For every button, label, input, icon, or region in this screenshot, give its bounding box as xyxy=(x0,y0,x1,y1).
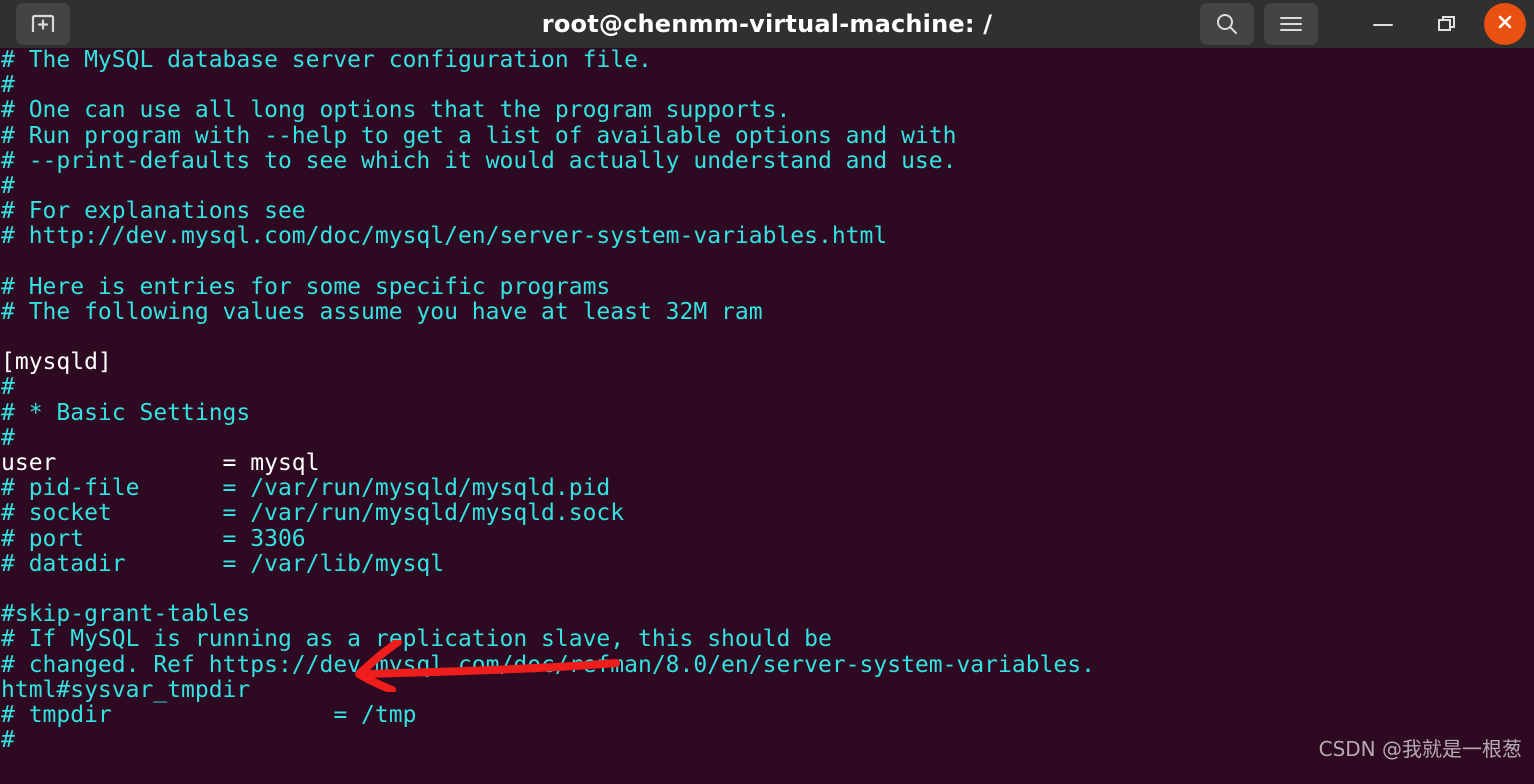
terminal-line: # xyxy=(1,424,15,451)
vim-status-line: -- 插入 -- 24,2 1% xyxy=(0,755,1534,784)
terminal-line: # Here is entries for some specific prog… xyxy=(1,273,611,300)
search-button[interactable] xyxy=(1200,3,1254,45)
window-titlebar: root@chenmm-virtual-machine: / xyxy=(0,0,1534,48)
terminal-text-area: # The MySQL database server configuratio… xyxy=(0,48,1534,753)
terminal-line: user = mysql xyxy=(1,450,320,476)
maximize-button[interactable] xyxy=(1420,3,1474,45)
terminal-window: root@chenmm-virtual-machine: / # The MyS… xyxy=(0,0,1534,784)
terminal-line: html#sysvar_tmpdir xyxy=(1,676,251,703)
new-tab-button[interactable] xyxy=(16,3,70,45)
terminal-line: # xyxy=(1,72,15,99)
terminal-line: # --print-defaults to see which it would… xyxy=(1,147,957,174)
terminal-line: # Run program with --help to get a list … xyxy=(1,122,957,149)
terminal-line: # socket = /var/run/mysqld/mysqld.sock xyxy=(1,500,625,527)
search-icon xyxy=(1214,11,1240,37)
close-icon xyxy=(1494,11,1516,37)
terminal-line: # xyxy=(1,727,15,754)
terminal-line: # For explanations see xyxy=(1,198,306,225)
close-button[interactable] xyxy=(1484,3,1526,45)
terminal-line: # http://dev.mysql.com/doc/mysql/en/serv… xyxy=(1,223,888,250)
restore-window-icon xyxy=(1435,12,1459,36)
new-tab-icon xyxy=(30,12,56,36)
menu-button[interactable] xyxy=(1264,3,1318,45)
terminal-line: # changed. Ref https://dev.mysql.com/doc… xyxy=(1,651,1095,678)
terminal-line: # The MySQL database server configuratio… xyxy=(1,48,652,73)
terminal-line: # If MySQL is running as a replication s… xyxy=(1,626,832,653)
window-controls xyxy=(1200,3,1526,45)
terminal-line: [mysqld] xyxy=(1,349,112,376)
terminal-line: # The following values assume you have a… xyxy=(1,298,763,325)
minimize-button[interactable] xyxy=(1356,3,1410,45)
terminal-line: # xyxy=(1,374,15,401)
terminal-line: # port = 3306 xyxy=(1,525,306,552)
terminal-line: # * Basic Settings xyxy=(1,399,251,426)
terminal-body[interactable]: # The MySQL database server configuratio… xyxy=(0,48,1534,784)
hamburger-menu-icon xyxy=(1278,14,1304,34)
minimize-icon xyxy=(1371,18,1395,30)
terminal-line: # One can use all long options that the … xyxy=(1,97,791,124)
terminal-line: # tmpdir = /tmp xyxy=(1,701,417,728)
terminal-line: # pid-file = /var/run/mysqld/mysqld.pid xyxy=(1,475,611,502)
terminal-line: # xyxy=(1,172,15,199)
terminal-line: #skip-grant-tables xyxy=(1,601,251,628)
terminal-line: # datadir = /var/lib/mysql xyxy=(1,550,445,577)
